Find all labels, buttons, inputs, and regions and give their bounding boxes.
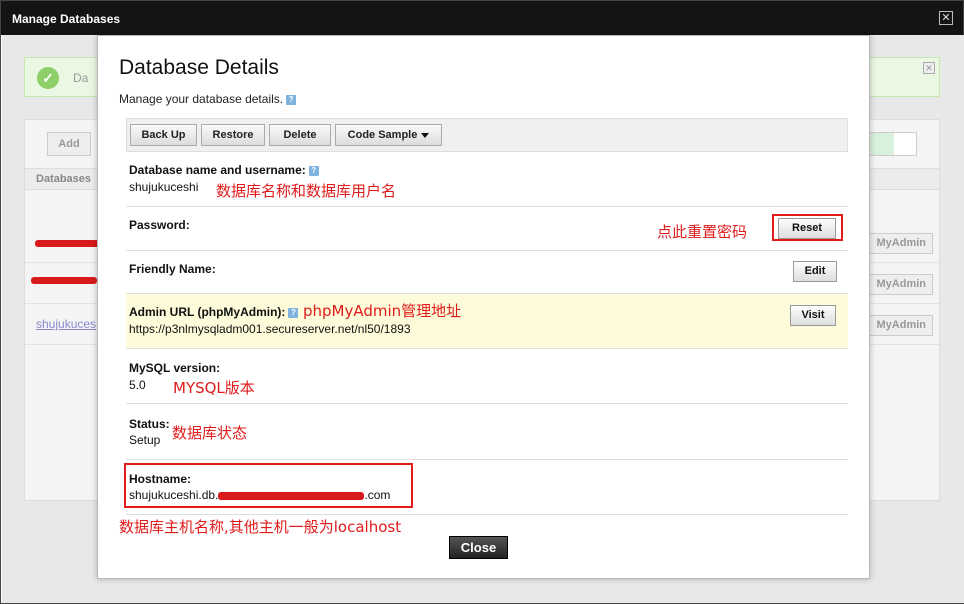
success-text: Da [73,71,89,85]
success-close-icon[interactable]: ✕ [923,62,935,74]
admin-url-label-text: Admin URL (phpMyAdmin): [129,305,286,319]
close-button[interactable]: Close [449,536,508,559]
status-label: Status: [129,417,170,431]
phpmyadmin-button[interactable]: MyAdmin [867,233,933,254]
mysql-version-value: 5.0 [129,378,146,392]
window-title: Manage Databases [12,12,121,26]
manage-databases-window: Manage Databases ✕ ✓ Da ✕ Add Databases … [0,0,964,604]
database-name-row: Database name and username:? shujukucesh… [126,153,848,207]
delete-button[interactable]: Delete [269,124,331,146]
database-name-value: shujukuceshi [129,180,199,194]
friendly-name-label: Friendly Name: [129,262,216,276]
status-row: Status: Setup 数据库状态 [126,404,848,460]
mysql-version-annotation: MYSQL版本 [173,379,255,397]
mysql-version-row: MySQL version: 5.0 MYSQL版本 [126,349,848,404]
admin-url-annotation: phpMyAdmin管理地址 [303,302,462,320]
hostname-annotation: 数据库主机名称,其他主机一般为localhost [119,518,402,536]
password-row: Password: 点此重置密码 Reset [126,207,848,251]
mysql-version-label: MySQL version: [129,361,221,375]
password-label: Password: [129,218,190,232]
phpmyadmin-button[interactable]: MyAdmin [867,315,933,336]
database-details-modal: Database Details Manage your database de… [97,35,870,579]
help-icon[interactable]: ? [288,307,299,318]
edit-button[interactable]: Edit [793,261,837,282]
password-annotation: 点此重置密码 [657,223,748,241]
hostname-label: Hostname: [129,472,192,486]
admin-url-value[interactable]: https://p3nlmysqladm001.secureserver.net… [129,322,411,336]
database-name-label: Database name and username:? [129,163,319,177]
help-icon[interactable]: ? [308,165,319,176]
help-icon[interactable]: ? [286,94,297,105]
phpmyadmin-button[interactable]: MyAdmin [867,274,933,295]
redacted-hostname [218,491,365,500]
status-value: Setup [129,433,161,447]
modal-subtitle-text: Manage your database details. [119,92,284,106]
backup-button[interactable]: Back Up [130,124,197,146]
modal-title: Database Details [119,56,279,79]
restore-button[interactable]: Restore [201,124,265,146]
add-button[interactable]: Add [47,132,91,156]
hostname-row: Hostname: shujukuceshi.db. .com [124,460,848,515]
code-sample-button[interactable]: Code Sample [335,124,442,146]
hostname-suffix: .com [364,488,391,502]
window-titlebar: Manage Databases [1,1,963,35]
hostname-value: shujukuceshi.db. .com [129,488,390,502]
redacted-link [31,277,97,284]
status-annotation: 数据库状态 [172,424,248,442]
hostname-prefix: shujukuceshi.db. [129,488,219,502]
modal-subtitle: Manage your database details.? [119,92,297,106]
search-input[interactable] [867,132,917,156]
code-sample-label: Code Sample [347,129,418,141]
visit-button[interactable]: Visit [790,305,836,326]
modal-toolbar: Back Up Restore Delete Code Sample [126,118,848,152]
database-name-annotation: 数据库名称和数据库用户名 [216,182,397,200]
check-icon: ✓ [37,67,59,89]
database-name-label-text: Database name and username: [129,163,306,177]
friendly-name-row: Friendly Name: Edit [126,251,848,294]
admin-url-row: Admin URL (phpMyAdmin):? https://p3nlmys… [126,294,848,349]
admin-url-label: Admin URL (phpMyAdmin):? [129,305,299,319]
chevron-down-icon [421,132,430,138]
database-link[interactable]: shujukuces [36,317,96,331]
window-close-icon[interactable]: ✕ [939,11,953,25]
reset-button[interactable]: Reset [778,218,836,239]
